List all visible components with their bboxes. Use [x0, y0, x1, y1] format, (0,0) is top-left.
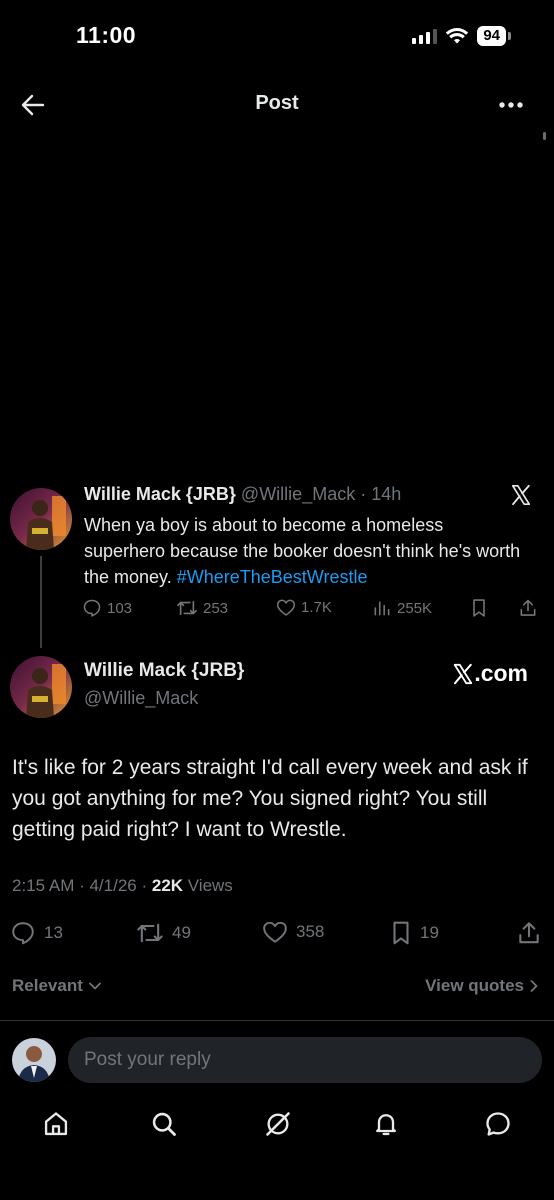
repost-icon: [137, 923, 163, 943]
main-post-text: It's like for 2 years straight I'd call …: [12, 756, 528, 841]
grok-icon: [266, 1112, 290, 1136]
repost-icon: [177, 600, 197, 616]
main-author-handle[interactable]: @Willie_Mack: [84, 688, 198, 709]
repost-button[interactable]: 49: [136, 920, 191, 946]
reply-button[interactable]: 13: [10, 920, 63, 946]
signal-icon: [412, 28, 438, 44]
bookmark-button[interactable]: 19: [390, 920, 439, 946]
more-options-button[interactable]: [496, 92, 526, 118]
x-com-watermark: .com: [452, 660, 528, 687]
quoted-author-name[interactable]: Willie Mack {JRB}: [84, 484, 236, 504]
bookmark-count: 19: [420, 923, 439, 942]
bell-icon: [376, 1114, 396, 1136]
sort-label: Relevant: [12, 976, 83, 995]
quoted-reply-count: 103: [107, 599, 133, 617]
repost-count: 49: [172, 923, 191, 942]
home-icon: [44, 1112, 68, 1136]
main-post-views-label: Views: [183, 876, 233, 895]
speech-bubble-icon: [83, 599, 101, 617]
quoted-bookmark-button[interactable]: [470, 598, 488, 618]
bookmark-icon: [473, 599, 485, 617]
user-avatar[interactable]: [12, 1038, 56, 1082]
nav-home[interactable]: [40, 1108, 72, 1140]
view-quotes-label: View quotes: [425, 976, 524, 995]
more-horizontal-icon: [499, 102, 523, 108]
thread-line: [40, 556, 42, 648]
quoted-reply-button[interactable]: 103: [82, 598, 132, 618]
separator-dot: ·: [360, 484, 367, 504]
quoted-share-button[interactable]: [518, 598, 538, 618]
bottom-nav: [0, 1100, 554, 1150]
scroll-indicator: [543, 132, 546, 140]
status-time: 11:00: [76, 22, 137, 48]
bookmark-icon: [393, 921, 409, 945]
share-button[interactable]: [516, 920, 542, 946]
x-logo-icon: [454, 663, 473, 684]
quoted-post-header: Willie Mack {JRB} @Willie_Mack · 14h: [84, 484, 401, 505]
main-post-meta: 2:15 AM · 4/1/26 · 22K Views: [12, 876, 233, 896]
quoted-post-actions: 103 253 1.7K 255K: [82, 598, 542, 624]
quoted-author-avatar[interactable]: [10, 488, 72, 550]
main-author-avatar[interactable]: [10, 656, 72, 718]
like-count: 358: [296, 922, 325, 941]
wifi-icon: [446, 28, 469, 44]
heart-icon: [263, 921, 287, 943]
heart-icon: [276, 599, 296, 616]
top-nav: Post: [0, 80, 554, 130]
quoted-post-text: When ya boy is about to become a homeles…: [84, 512, 524, 590]
view-quotes-link[interactable]: View quotes: [425, 976, 538, 996]
share-icon: [520, 599, 536, 616]
quoted-views-button[interactable]: 255K: [372, 598, 432, 618]
x-com-label: .com: [474, 660, 528, 686]
search-icon: [152, 1112, 176, 1136]
like-button[interactable]: 358: [262, 920, 324, 944]
x-logo-icon: [511, 484, 531, 506]
nav-search[interactable]: [148, 1108, 180, 1140]
quoted-repost-count: 253: [203, 599, 229, 617]
nav-grok[interactable]: [262, 1108, 294, 1140]
battery-indicator: 94: [477, 26, 511, 46]
status-bar: 11:00 94: [0, 0, 554, 70]
hashtag-link[interactable]: #WhereTheBestWrestle: [177, 567, 368, 587]
reply-input[interactable]: [68, 1037, 542, 1083]
main-author-name[interactable]: Willie Mack {JRB}: [84, 660, 244, 682]
quoted-like-count: 1.7K: [301, 599, 332, 616]
divider: [0, 1020, 554, 1021]
nav-messages[interactable]: [482, 1108, 514, 1140]
status-icons: 94: [412, 26, 511, 46]
quoted-post-time: 14h: [371, 484, 402, 504]
chevron-down-icon: [88, 982, 101, 990]
quoted-views-count: 255K: [397, 599, 433, 617]
share-icon: [519, 922, 539, 944]
quoted-author-handle[interactable]: @Willie_Mack: [241, 484, 355, 504]
quoted-repost-button[interactable]: 253: [176, 598, 228, 618]
speech-bubble-icon: [12, 922, 34, 945]
reply-count: 13: [44, 923, 63, 942]
nav-notifications[interactable]: [370, 1108, 402, 1140]
sort-replies-dropdown[interactable]: Relevant: [12, 976, 101, 996]
page-title: Post: [255, 92, 299, 114]
chevron-right-icon: [530, 980, 538, 992]
main-post-actions: 13 49 358 19: [10, 920, 544, 948]
main-post-views-count[interactable]: 22K: [152, 876, 183, 895]
quoted-like-button[interactable]: 1.7K: [276, 598, 332, 617]
main-post-timestamp: 2:15 AM · 4/1/26 ·: [12, 876, 152, 895]
messages-icon: [486, 1112, 510, 1136]
bar-chart-icon: [374, 601, 390, 616]
